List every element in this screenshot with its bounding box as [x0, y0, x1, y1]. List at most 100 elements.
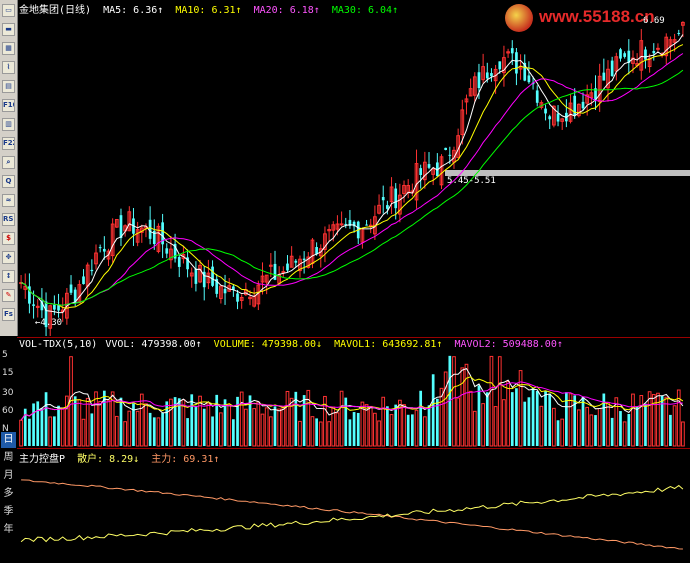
toolbar-button-1[interactable]: ▬	[2, 23, 15, 36]
volume-bar-up	[156, 417, 161, 447]
toolbar-button-12[interactable]: $	[2, 232, 15, 245]
toolbar-button-3[interactable]: ⌇	[2, 61, 15, 74]
volume-bar-down	[515, 388, 518, 446]
candle-body-down	[286, 263, 289, 271]
volume-bar-up	[460, 367, 465, 447]
volume-bar-down	[352, 412, 356, 446]
price-panel[interactable]: 金地集团(日线) MA5: 6.36↑ MA10: 6.31↑ MA20: 6.…	[17, 0, 690, 336]
volume-panel[interactable]: VOL-TDX(5,10) VVOL: 479398.00↑ VOLUME: 4…	[17, 337, 690, 448]
volume-bar-up	[144, 403, 148, 447]
volume-bar-up	[589, 414, 594, 447]
main-force-label: 主力: 69.31↑	[151, 454, 220, 465]
volume-bar-up	[414, 409, 419, 447]
toolbar-button-7[interactable]: F2Z	[2, 137, 15, 150]
volume-bar-down	[40, 408, 44, 446]
period-tab-5[interactable]: 年	[1, 522, 16, 538]
volume-bar-down	[527, 397, 531, 446]
volume-bar-down	[194, 405, 198, 446]
toolbar-button-10[interactable]: ≈	[2, 194, 15, 207]
volume-bar-up	[597, 408, 602, 447]
left-toolbar: ▭ ▬ ▦ ⌇ ▤ F10 ▥ F2Z ⌕ Q ≈ RSI $ ✥ ↕ ✎ Fs	[0, 0, 18, 336]
candle-body-down	[444, 147, 448, 150]
low-price-note: ←4.30	[35, 318, 63, 328]
period-tab-4[interactable]: 季	[1, 504, 16, 520]
volume-bar-down	[635, 406, 639, 446]
volume-bar-up	[539, 405, 544, 447]
toolbar-button-16[interactable]: Fs	[2, 308, 15, 321]
period-tab-2[interactable]: 月	[1, 468, 16, 484]
candle-body-down	[177, 257, 181, 267]
volume-bar-up	[268, 416, 273, 447]
stock-title: 金地集团(日线)	[19, 5, 92, 16]
left-label-3: 60	[2, 406, 14, 416]
candle-body-down	[32, 304, 35, 306]
toolbar-button-8[interactable]: ⌕	[2, 156, 15, 169]
candle-body-down	[381, 197, 385, 201]
volume-bar-up	[139, 393, 144, 447]
volume-bar-up	[106, 399, 111, 447]
volume-bar-up	[606, 402, 610, 447]
volume-bar-up	[502, 399, 506, 447]
left-label-1: 15	[2, 368, 14, 378]
volume-bar-up	[443, 371, 448, 447]
volume-bar-up	[452, 356, 456, 447]
volume-bar-down	[44, 392, 48, 446]
volume-bar-up	[456, 397, 460, 447]
volume-bar-up	[656, 392, 660, 447]
toolbar-button-2[interactable]: ▦	[2, 42, 15, 55]
volume-bar-up	[672, 405, 677, 447]
volume-bar-up	[585, 406, 590, 447]
candle-body-down	[485, 72, 489, 79]
toolbar-button-15[interactable]: ✎	[2, 289, 15, 302]
volume-bar-up	[123, 421, 127, 447]
volume-bar-up	[98, 401, 103, 447]
candle-body-down	[515, 52, 518, 74]
volume-bar-up	[631, 393, 635, 447]
volume-bar-up	[85, 397, 90, 447]
indicator-header: 主力控盘P 散户: 8.29↓ 主力: 69.31↑	[19, 450, 225, 465]
indicator-panel[interactable]: 主力控盘P 散户: 8.29↓ 主力: 69.31↑	[17, 448, 690, 563]
toolbar-button-5[interactable]: F10	[2, 99, 15, 112]
volume-bar-up	[422, 416, 427, 447]
toolbar-button-0[interactable]: ▭	[2, 4, 15, 17]
toolbar-button-9[interactable]: Q	[2, 175, 15, 188]
candle-body-down	[98, 247, 102, 249]
volume-bar-down	[619, 411, 622, 446]
volume-bar-down	[161, 412, 164, 446]
volume-bar-up	[256, 401, 261, 447]
volume-bar-up	[81, 418, 86, 447]
vol-indicator-name: VOL-TDX(5,10)	[19, 339, 98, 350]
toolbar-button-4[interactable]: ▤	[2, 80, 15, 93]
candle-body-down	[427, 164, 431, 168]
volume-bar-down	[581, 396, 585, 446]
volume-bar-down	[302, 395, 306, 446]
toolbar-button-13[interactable]: ✥	[2, 251, 15, 264]
volume-bar-up	[318, 421, 323, 447]
volume-bar-down	[427, 405, 431, 446]
volume-bar-up	[506, 380, 510, 447]
candle-body-down	[386, 205, 389, 209]
volume-bar-up	[402, 404, 406, 447]
volume-bar-up	[244, 408, 248, 447]
period-tab-3[interactable]: 多	[1, 486, 16, 502]
volume-bar-up	[681, 421, 685, 447]
toolbar-button-14[interactable]: ↕	[2, 270, 15, 283]
toolbar-button-6[interactable]: ▥	[2, 118, 15, 131]
toolbar-button-11[interactable]: RSI	[2, 213, 15, 226]
period-tab-1[interactable]: 周	[1, 450, 16, 466]
volume-bar-down	[202, 408, 206, 446]
candle-body-down	[652, 51, 656, 54]
mavol2-label: MAVOL2: 509488.00↑	[454, 339, 563, 350]
price-chart	[19, 21, 690, 336]
volume-bar-up	[94, 391, 98, 447]
volume-bar-up	[368, 405, 373, 447]
candle-body-down	[148, 219, 152, 239]
candle-body-down	[223, 288, 227, 294]
volume-bar-down	[28, 418, 31, 446]
volume-chart	[19, 355, 685, 447]
volume-bar-down	[186, 418, 189, 446]
period-tab-0[interactable]: 日	[1, 432, 16, 448]
volume-bar-up	[560, 418, 565, 447]
volume-bar-down	[348, 419, 352, 446]
volume-bar-up	[389, 414, 394, 447]
